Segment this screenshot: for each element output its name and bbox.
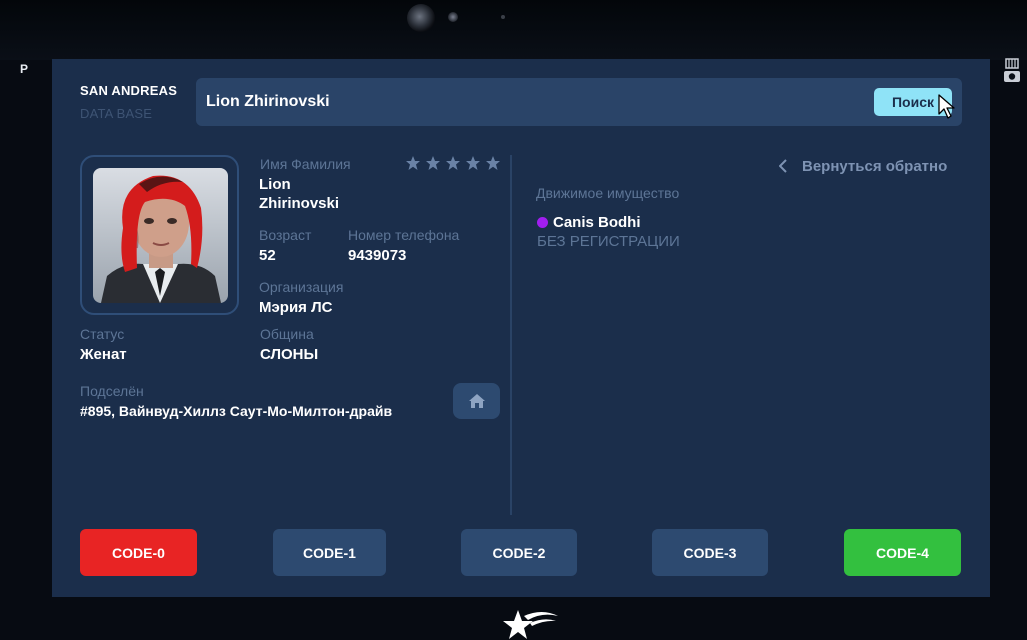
- name-label: Имя Фамилия: [260, 156, 351, 172]
- community-value: СЛОНЫ: [260, 346, 319, 363]
- property-label: Движимое имущество: [536, 185, 680, 201]
- wanted-star-icon: [426, 156, 440, 170]
- vehicle-color-dot: [537, 217, 548, 228]
- wanted-star-icon: [446, 156, 460, 170]
- brand-subtitle: DATA BASE: [80, 106, 153, 121]
- last-name: Zhirinovski: [259, 195, 340, 212]
- panel-divider: [510, 155, 512, 515]
- org-value: Мэрия ЛС: [259, 299, 333, 316]
- home-icon: [468, 394, 485, 408]
- code-0-button[interactable]: CODE-0: [80, 529, 197, 576]
- code-1-button[interactable]: CODE-1: [273, 529, 386, 576]
- age-label: Возраст: [259, 227, 312, 243]
- status-value: Женат: [80, 346, 127, 363]
- wanted-star-icon: [486, 156, 500, 170]
- status-label: Статус: [80, 326, 125, 342]
- code-4-button[interactable]: CODE-4: [844, 529, 961, 576]
- org-label: Организация: [259, 279, 344, 295]
- search-bar: Поиск: [196, 78, 962, 126]
- brand-title: SAN ANDREAS: [80, 83, 178, 98]
- database-screen: SAN ANDREAS DATA BASE Поиск: [52, 59, 990, 597]
- chevron-left-icon: [779, 159, 787, 173]
- phone-value: 9439073: [348, 247, 407, 264]
- wanted-star-icon: [466, 156, 480, 170]
- code-2-button[interactable]: CODE-2: [461, 529, 577, 576]
- back-link[interactable]: Вернуться обратно: [779, 156, 947, 176]
- residence-label: Подселён: [80, 383, 144, 399]
- camera-app-icon[interactable]: [1003, 58, 1021, 84]
- vehicle-name[interactable]: Canis Bodhi: [553, 213, 641, 232]
- home-button[interactable]: [453, 383, 500, 419]
- search-input[interactable]: [206, 78, 866, 126]
- first-name: Lion: [259, 176, 291, 193]
- residence-value: #895, Вайнвуд-Хиллз Саут-Мо-Милтон-драйв: [80, 403, 393, 419]
- avatar: [93, 168, 228, 303]
- camera-icon: [407, 4, 435, 32]
- side-marker: P: [20, 62, 29, 76]
- star-logo-icon: [503, 610, 558, 639]
- code-3-button[interactable]: CODE-3: [652, 529, 768, 576]
- sensor-dot-icon: [501, 15, 505, 19]
- back-link-label: Вернуться обратно: [802, 157, 948, 175]
- phone-label: Номер телефона: [348, 227, 460, 243]
- community-label: Община: [260, 326, 314, 342]
- wanted-stars: [405, 155, 501, 171]
- avatar-frame: [80, 155, 239, 315]
- tablet-bezel: [0, 0, 1027, 60]
- age-value: 52: [259, 247, 276, 264]
- vehicle-status: БЕЗ РЕГИСТРАЦИИ: [537, 233, 680, 250]
- mouse-cursor-icon: [938, 94, 955, 119]
- sensor-icon: [448, 12, 458, 22]
- wanted-star-icon: [406, 156, 420, 170]
